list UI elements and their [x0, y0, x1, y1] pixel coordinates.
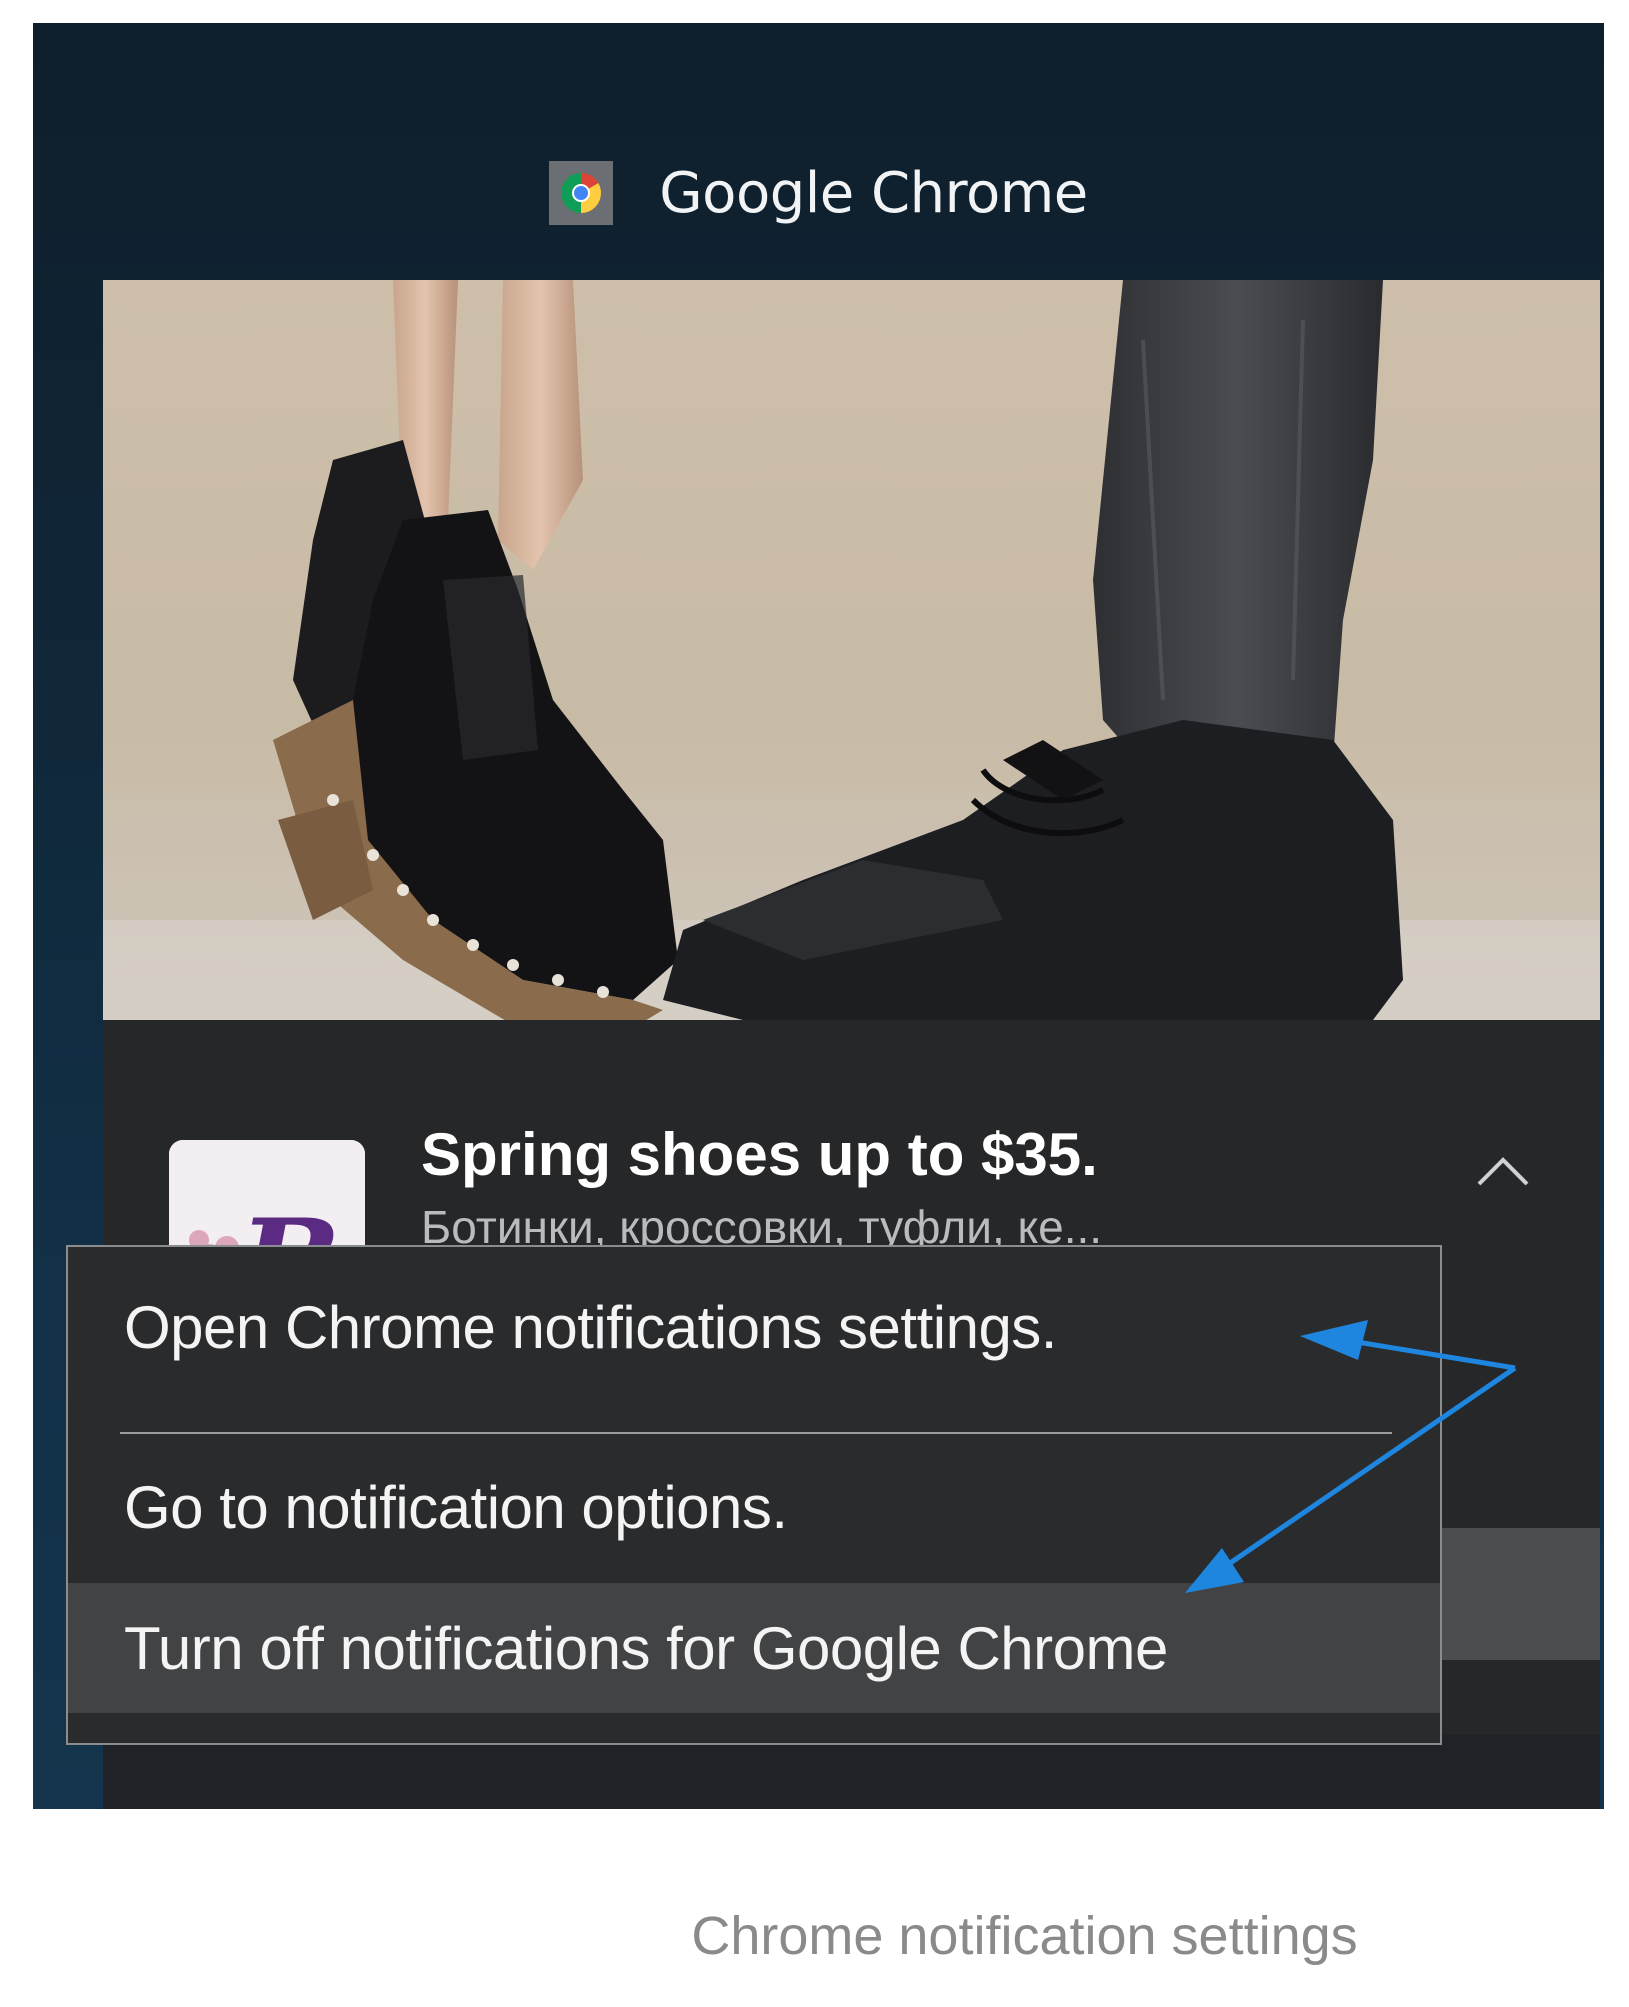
app-name-label: Google Chrome [659, 160, 1088, 226]
chevron-up-icon[interactable] [1473, 1150, 1533, 1190]
next-notification-edge [103, 1735, 1600, 1809]
menu-divider [120, 1432, 1392, 1434]
screenshot-stage: Google Chrome Spring shoes up to $35. Бо… [0, 0, 1629, 2007]
figure-caption: Chrome notification settings [691, 1906, 1358, 1966]
chrome-icon [549, 161, 614, 225]
action-center-panel: Google Chrome Spring shoes up to $35. Бо… [33, 23, 1604, 1809]
notification-group-header: Google Chrome [33, 153, 1604, 233]
notification-hero-image [103, 280, 1600, 1020]
menu-item-open-settings[interactable]: Open Chrome notifications settings. [68, 1265, 1440, 1389]
menu-item-notification-options[interactable]: Go to notification options. [68, 1447, 1440, 1567]
notification-title: Spring shoes up to $35. [421, 1121, 1098, 1188]
menu-item-turn-off-notifications[interactable]: Turn off notifications for Google Chrome [68, 1583, 1440, 1713]
notification-context-menu: Open Chrome notifications settings. Go t… [66, 1245, 1442, 1745]
